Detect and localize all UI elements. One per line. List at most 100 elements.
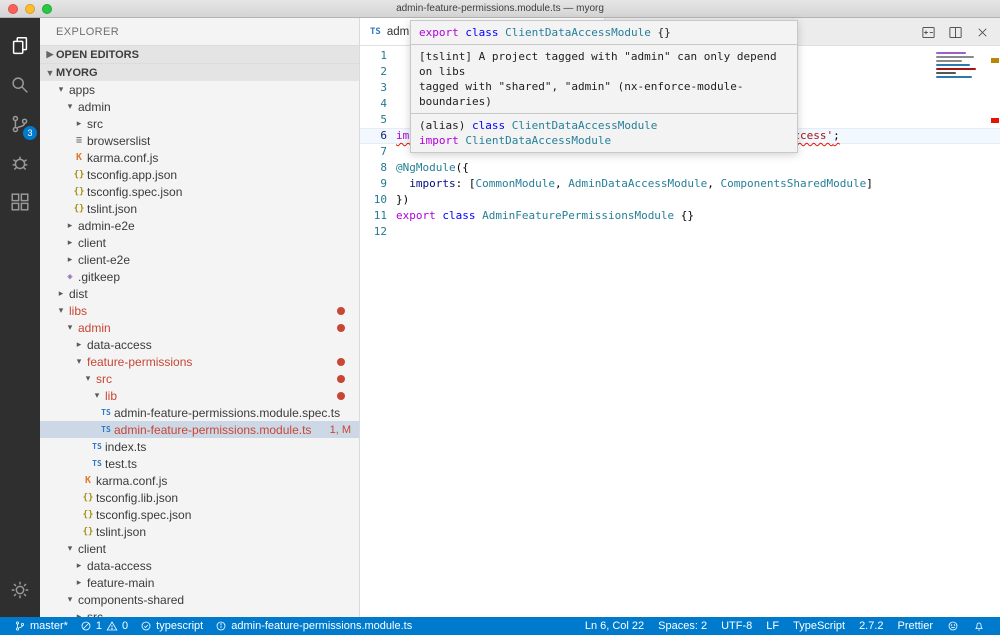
chevron-down-icon: ▾	[62, 322, 78, 333]
typescript-file-icon: TS	[370, 27, 381, 37]
search-icon[interactable]	[0, 65, 40, 104]
line-number[interactable]: 4	[360, 96, 396, 112]
chevron-right-icon: ▶	[44, 49, 56, 60]
tree-item-label: client-e2e	[78, 253, 130, 267]
line-number[interactable]: 3	[360, 80, 396, 96]
line-number[interactable]: 2	[360, 64, 396, 80]
extensions-icon[interactable]	[0, 182, 40, 221]
tree-file-karma.conf.js[interactable]: Kkarma.conf.js	[40, 472, 359, 489]
line-number[interactable]: 12	[360, 224, 396, 240]
tree-folder-feature-main[interactable]: ▸feature-main	[40, 574, 359, 591]
encoding-status[interactable]: UTF-8	[714, 617, 759, 635]
zoom-window-button[interactable]	[42, 4, 52, 14]
tree-folder-admin-e2e[interactable]: ▸admin-e2e	[40, 217, 359, 234]
overview-error-mark	[991, 118, 999, 123]
tree-item-label: data-access	[87, 338, 152, 352]
explorer-icon[interactable]	[0, 26, 40, 65]
source-control-icon[interactable]: 3	[0, 104, 40, 143]
tree-file-test.ts[interactable]: TStest.ts	[40, 455, 359, 472]
warning-icon	[106, 620, 118, 632]
settings-gear-icon[interactable]	[0, 570, 40, 609]
line-number[interactable]: 9	[360, 176, 396, 192]
close-window-button[interactable]	[8, 4, 18, 14]
tree-file-browserslist[interactable]: ≡browserslist	[40, 132, 359, 149]
line-number[interactable]: 7	[360, 144, 396, 160]
tree-file-tsconfig.spec.json[interactable]: {}tsconfig.spec.json	[40, 183, 359, 200]
tree-folder-admin[interactable]: ▾admin	[40, 319, 359, 336]
status-bar-right: Ln 6, Col 22Spaces: 2UTF-8LFTypeScript2.…	[578, 617, 992, 635]
notifications-bell-icon[interactable]	[966, 617, 992, 635]
tree-folder-lib[interactable]: ▾lib	[40, 387, 359, 404]
tree-folder-src[interactable]: ▸src	[40, 608, 359, 617]
eol-status[interactable]: LF	[759, 617, 786, 635]
code-token: {}	[674, 209, 694, 222]
split-editor-icon[interactable]	[948, 25, 963, 40]
active-file-status[interactable]: admin-feature-permissions.module.ts	[209, 617, 418, 635]
tree-item-label: admin-feature-permissions.module.ts	[114, 423, 311, 437]
tree-folder-libs[interactable]: ▾libs	[40, 302, 359, 319]
typescript-version-status[interactable]: 2.7.2	[852, 617, 890, 635]
tree-file-index.ts[interactable]: TSindex.ts	[40, 438, 359, 455]
tree-item-label: admin-e2e	[78, 219, 135, 233]
tree-folder-client-e2e[interactable]: ▸client-e2e	[40, 251, 359, 268]
tree-file-admin-feature-permissions.module.spec.ts[interactable]: TSadmin-feature-permissions.module.spec.…	[40, 404, 359, 421]
tree-folder-client[interactable]: ▸client	[40, 234, 359, 251]
language-mode-status[interactable]: TypeScript	[786, 617, 852, 635]
code-token: imports	[409, 177, 455, 190]
git-branch-status[interactable]: master*	[8, 617, 74, 635]
hover-definitions: (alias) class ClientDataAccessModule imp…	[411, 114, 797, 152]
chevron-right-icon: ▸	[71, 118, 87, 129]
chevron-right-icon: ▸	[53, 288, 69, 299]
json-file-icon: {}	[71, 187, 87, 197]
tree-file-tsconfig.lib.json[interactable]: {}tsconfig.lib.json	[40, 489, 359, 506]
tree-folder-admin[interactable]: ▾admin	[40, 98, 359, 115]
tree-folder-apps[interactable]: ▾apps	[40, 81, 359, 98]
tree-file-karma.conf.js[interactable]: Kkarma.conf.js	[40, 149, 359, 166]
line-number[interactable]: 1	[360, 48, 396, 64]
minimize-window-button[interactable]	[25, 4, 35, 14]
line-number[interactable]: 11	[360, 208, 396, 224]
formatter-status[interactable]: Prettier	[891, 617, 940, 635]
tree-folder-components-shared[interactable]: ▾components-shared	[40, 591, 359, 608]
tree-folder-data-access[interactable]: ▸data-access	[40, 557, 359, 574]
tree-file-tsconfig.app.json[interactable]: {}tsconfig.app.json	[40, 166, 359, 183]
indentation-status[interactable]: Spaces: 2	[651, 617, 714, 635]
lint-message-line: tagged with "shared", "admin" (nx-enforc…	[419, 79, 789, 109]
tree-file-tslint.json[interactable]: {}tslint.json	[40, 523, 359, 540]
chevron-down-icon: ▾	[53, 305, 69, 316]
tree-folder-data-access[interactable]: ▸data-access	[40, 336, 359, 353]
workspace-root-section[interactable]: ▼ MYORG	[40, 63, 359, 81]
tree-file-admin-feature-permissions.module.ts[interactable]: TSadmin-feature-permissions.module.ts1, …	[40, 421, 359, 438]
tree-folder-client[interactable]: ▾client	[40, 540, 359, 557]
code-token: (alias)	[419, 119, 472, 132]
problems-status[interactable]: 1 0	[74, 617, 134, 635]
karma-file-icon: K	[71, 152, 87, 163]
tree-folder-src[interactable]: ▾src	[40, 370, 359, 387]
open-changes-icon[interactable]	[921, 25, 936, 40]
tree-file-tslint.json[interactable]: {}tslint.json	[40, 200, 359, 217]
tree-file-.gitkeep[interactable]: ◈.gitkeep	[40, 268, 359, 285]
debug-icon[interactable]	[0, 143, 40, 182]
minimap[interactable]	[936, 52, 984, 78]
cursor-position-status[interactable]: Ln 6, Col 22	[578, 617, 651, 635]
tree-folder-dist[interactable]: ▸dist	[40, 285, 359, 302]
tree-folder-src[interactable]: ▸src	[40, 115, 359, 132]
close-editor-icon[interactable]	[975, 25, 990, 40]
tree-item-label: test.ts	[105, 457, 137, 471]
tree-folder-feature-permissions[interactable]: ▾feature-permissions	[40, 353, 359, 370]
line-number[interactable]: 6	[360, 128, 396, 144]
overview-ruler[interactable]	[990, 18, 1000, 617]
open-editors-section[interactable]: ▶ OPEN EDITORS	[40, 45, 359, 63]
tree-item-label: src	[87, 117, 103, 131]
line-number[interactable]: 8	[360, 160, 396, 176]
code-line-9: 9 imports: [CommonModule, AdminDataAcces…	[360, 176, 1000, 192]
line-number[interactable]: 10	[360, 192, 396, 208]
tree-file-tsconfig.spec.json[interactable]: {}tsconfig.spec.json	[40, 506, 359, 523]
linter-status[interactable]: typescript	[134, 617, 209, 635]
git-status-badge: 1, M	[330, 424, 351, 436]
line-number[interactable]: 5	[360, 112, 396, 128]
tree-item-label: index.ts	[105, 440, 146, 454]
code-token: ClientDataAccessModule	[512, 119, 658, 132]
feedback-smiley-icon[interactable]	[940, 617, 966, 635]
code-token: @NgModule	[396, 161, 456, 174]
